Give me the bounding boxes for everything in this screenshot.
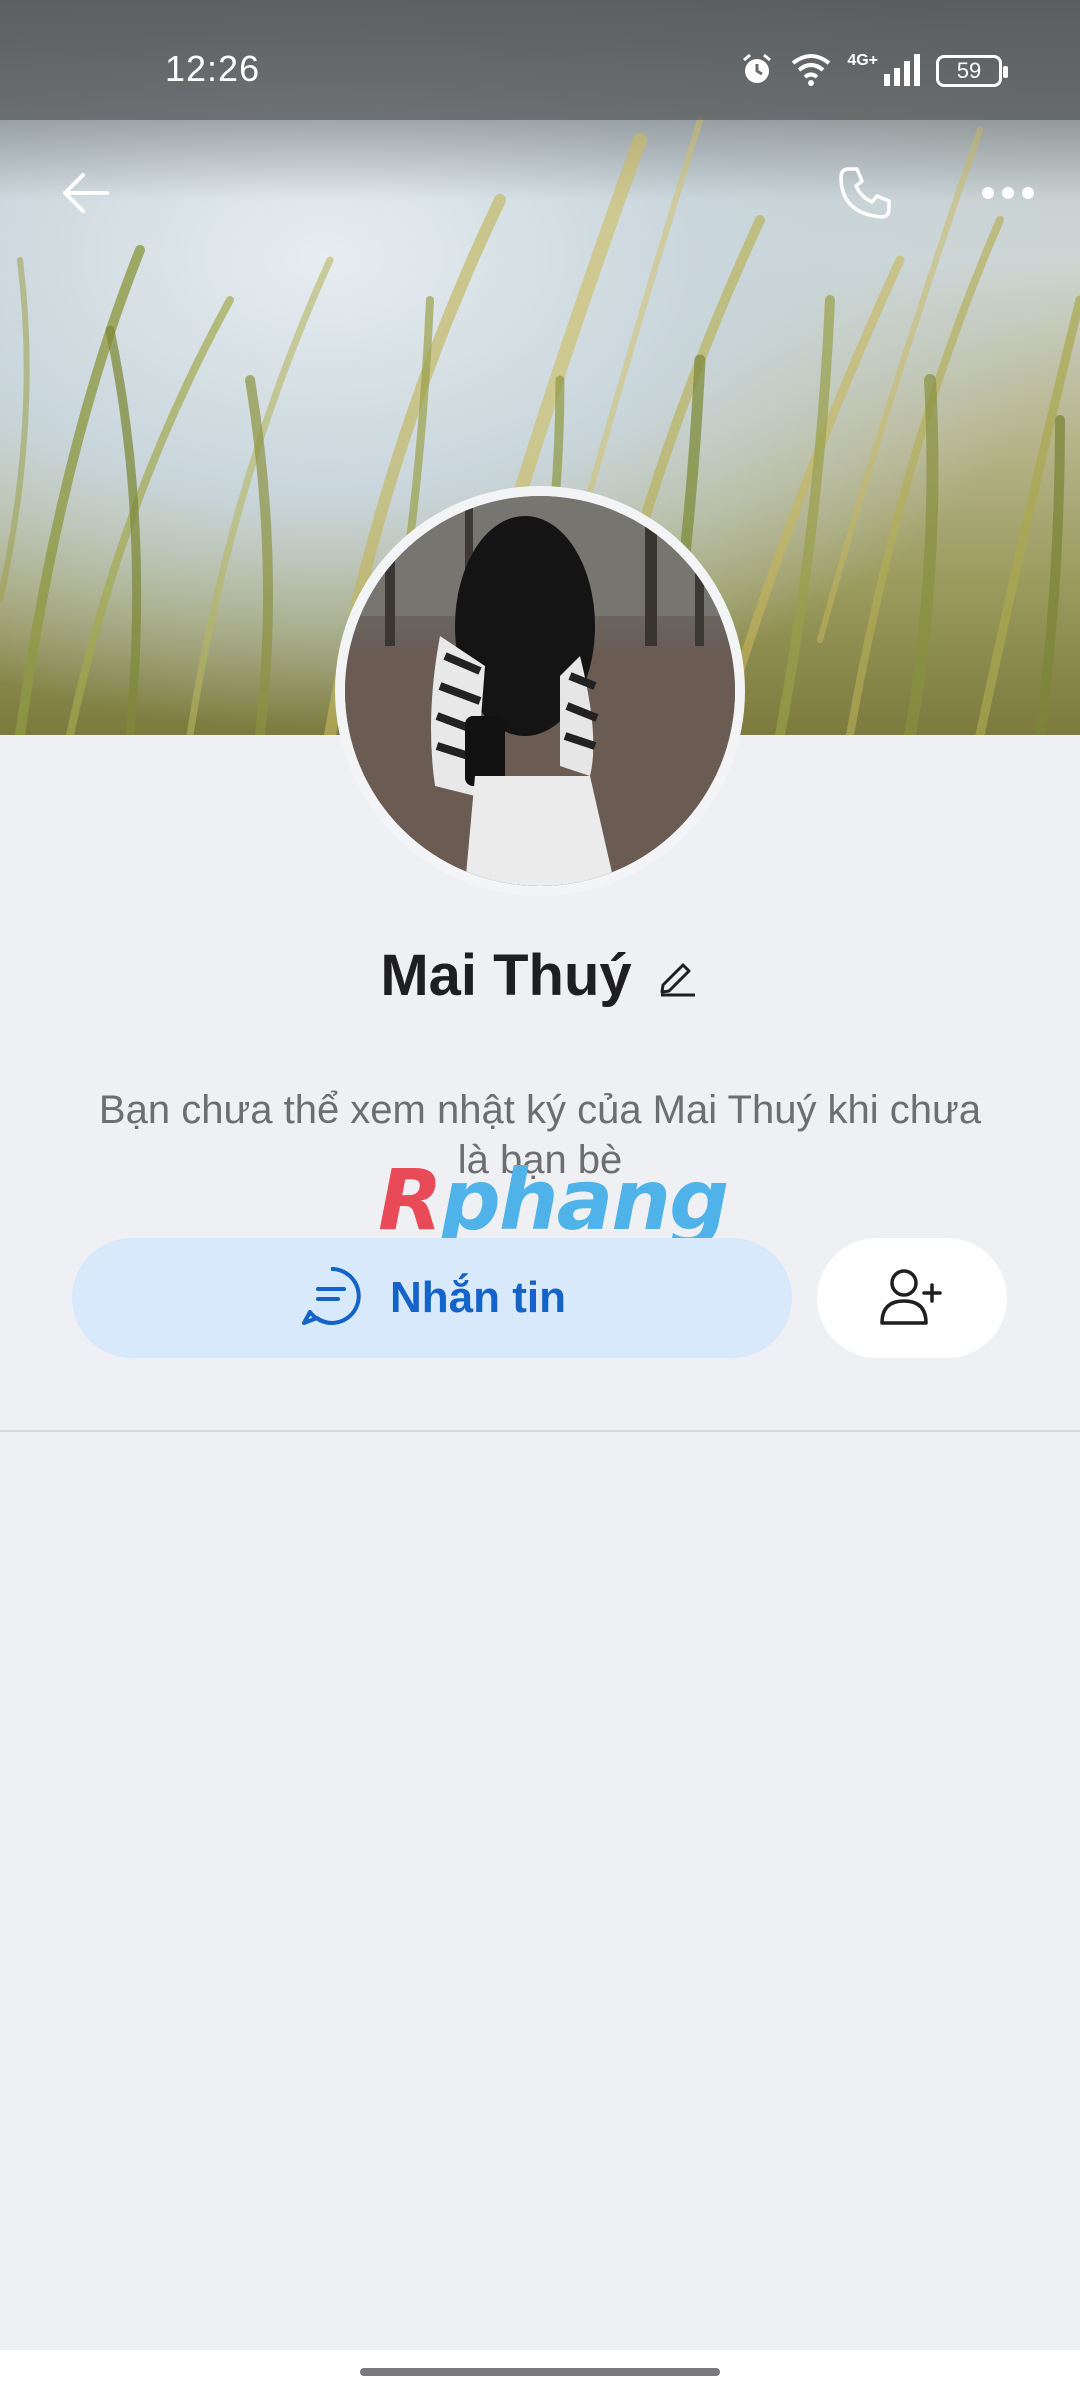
- battery-icon: 59: [936, 55, 1008, 87]
- user-plus-icon: [878, 1265, 946, 1332]
- message-button-label: Nhắn tin: [390, 1273, 566, 1322]
- avatar[interactable]: [335, 486, 745, 896]
- status-icons: 4G+ 59: [739, 50, 1008, 92]
- network-type: 4G+: [847, 52, 878, 69]
- watermark-first-letter: R: [378, 1151, 443, 1249]
- profile-name: Mai Thuý: [380, 942, 632, 1008]
- status-bar: 12:26 4G+ 59: [0, 0, 1080, 120]
- home-indicator[interactable]: [360, 2368, 720, 2376]
- watermark-logo: Rphang: [378, 1150, 729, 1250]
- signal-icon: [882, 52, 922, 91]
- pencil-icon[interactable]: [654, 952, 700, 998]
- arrow-left-icon: [57, 165, 113, 226]
- status-time: 12:26: [165, 48, 261, 89]
- alarm-icon: [739, 51, 775, 92]
- battery-level: 59: [956, 58, 982, 83]
- profile-screen: 12:26 4G+ 59 Mai Thuý Bạn chưa thể xem n…: [0, 0, 1080, 2400]
- watermark-rest: phang: [440, 1151, 730, 1249]
- chat-bubble-icon: [298, 1263, 364, 1334]
- profile-name-row: Mai Thuý: [0, 940, 1080, 1010]
- wifi-icon: [789, 51, 833, 92]
- back-button[interactable]: [40, 150, 130, 240]
- more-button[interactable]: [963, 150, 1053, 240]
- divider: [0, 1430, 1080, 1432]
- more-horizontal-icon: [981, 186, 1035, 205]
- avatar-photo: [345, 496, 735, 886]
- phone-icon: [835, 163, 895, 228]
- call-button[interactable]: [820, 150, 910, 240]
- message-button[interactable]: Nhắn tin: [72, 1238, 792, 1358]
- add-friend-button[interactable]: [817, 1238, 1007, 1358]
